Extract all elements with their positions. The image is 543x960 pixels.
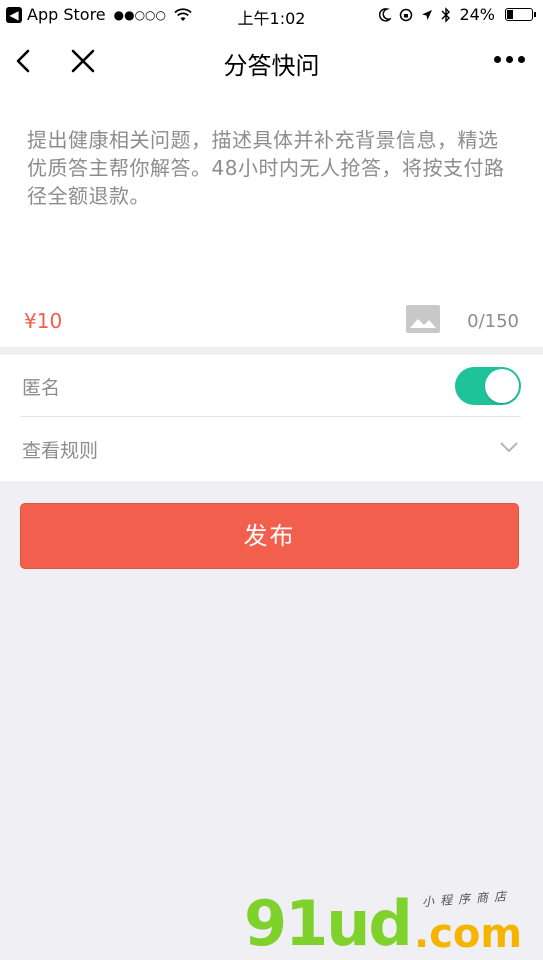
- rules-row[interactable]: 查看规则: [0, 418, 543, 480]
- watermark-logo: 91ud: [244, 887, 413, 960]
- price-label: ¥10: [24, 309, 63, 333]
- anonymous-label: 匿名: [22, 377, 61, 399]
- question-input-placeholder[interactable]: 提出健康相关问题，描述具体并补充背景信息，精选优质答主帮你解答。48小时内无人抢…: [27, 126, 512, 210]
- options-panel: 匿名 查看规则: [0, 355, 543, 481]
- watermark-subtitle: 小程序商店: [421, 888, 513, 910]
- image-upload-icon[interactable]: [406, 305, 440, 333]
- publish-button[interactable]: 发布: [20, 503, 519, 569]
- location-icon: [422, 9, 433, 20]
- rotation-lock-icon: [400, 8, 413, 21]
- more-menu-icon[interactable]: [494, 56, 525, 63]
- page-title: 分答快问: [223, 52, 320, 80]
- navigation-bar: 分答快问: [0, 30, 543, 92]
- battery-percent: 24%: [459, 5, 495, 24]
- character-counter: 0/150: [467, 311, 519, 332]
- anonymous-row: 匿名: [0, 355, 543, 417]
- rules-label[interactable]: 查看规则: [22, 436, 98, 463]
- anonymous-toggle[interactable]: [455, 367, 521, 405]
- question-editor[interactable]: 提出健康相关问题，描述具体并补充背景信息，精选优质答主帮你解答。48小时内无人抢…: [0, 92, 543, 347]
- status-bar: ◀ App Store ●●○○○ 上午1:02 24%: [0, 0, 543, 30]
- divider: [20, 416, 521, 417]
- status-right: 24%: [379, 5, 536, 24]
- moon-icon: [379, 7, 392, 22]
- bluetooth-icon: [441, 6, 451, 23]
- watermark-domain: .com: [414, 911, 523, 957]
- chevron-down-icon[interactable]: [499, 440, 519, 454]
- watermark: 91ud 小程序商店 .com: [244, 888, 543, 960]
- battery-icon: [505, 8, 536, 21]
